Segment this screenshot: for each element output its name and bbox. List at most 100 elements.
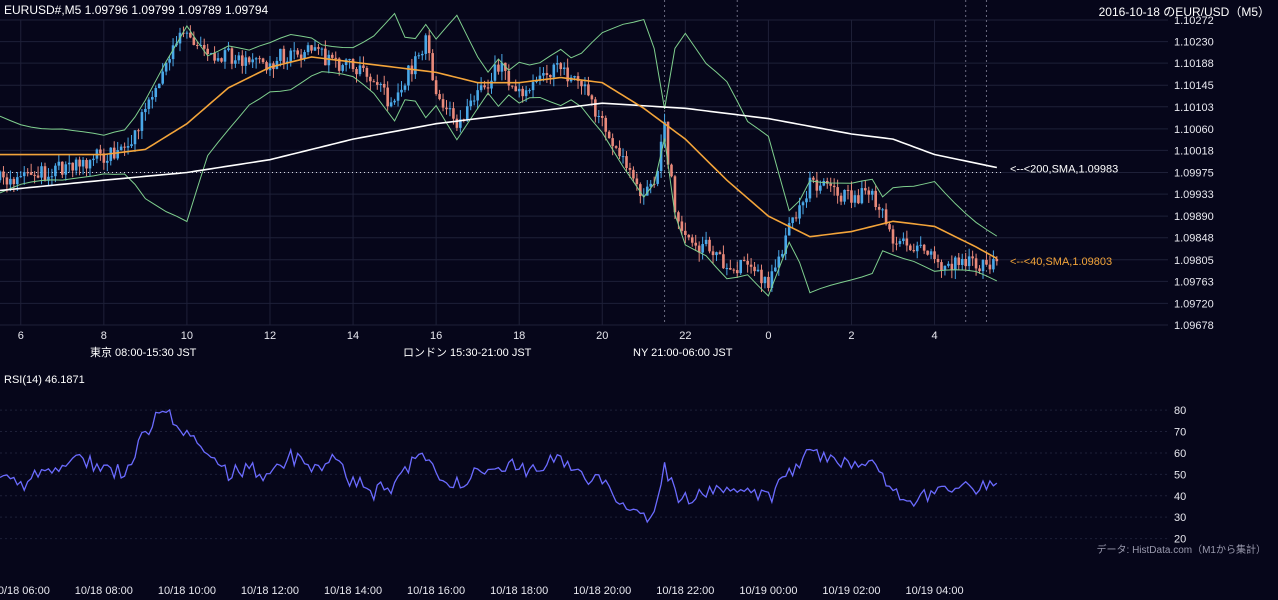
candle-body bbox=[472, 100, 476, 102]
time-axis-label: 10/18 10:00 bbox=[158, 585, 216, 597]
candle-body bbox=[479, 85, 483, 91]
candle-body bbox=[81, 159, 85, 167]
candle-body bbox=[320, 48, 324, 50]
candle-body bbox=[819, 185, 822, 191]
y-tick-label: 1.09975 bbox=[1174, 168, 1214, 180]
candle-body bbox=[597, 116, 601, 118]
candle-body bbox=[434, 80, 438, 95]
candle-body bbox=[711, 251, 715, 256]
candle-body bbox=[493, 64, 497, 81]
candle-body bbox=[327, 54, 331, 66]
candle-body bbox=[722, 254, 725, 269]
candle-body bbox=[330, 54, 334, 58]
candle-body bbox=[912, 250, 916, 252]
candle-body bbox=[919, 244, 922, 246]
candle-body bbox=[22, 172, 26, 177]
candle-body bbox=[452, 108, 455, 119]
rsi-line bbox=[0, 408, 998, 524]
candle-body bbox=[580, 80, 583, 87]
candle-body bbox=[313, 47, 317, 51]
candle-body bbox=[105, 160, 109, 163]
candle-body bbox=[476, 90, 479, 101]
symbol-info: EURUSD#,M5 1.09796 1.09799 1.09789 1.097… bbox=[4, 3, 269, 17]
candle-body bbox=[244, 57, 248, 66]
candle-body bbox=[687, 234, 691, 238]
candle-body bbox=[279, 48, 282, 61]
candle-body bbox=[57, 161, 61, 166]
candle-body bbox=[168, 59, 171, 63]
candle-body bbox=[763, 276, 767, 284]
candle-body bbox=[251, 59, 254, 63]
candle-body bbox=[746, 260, 749, 265]
candle-body bbox=[33, 174, 36, 176]
candle-body bbox=[324, 48, 327, 66]
candle-body bbox=[926, 250, 929, 255]
y-tick-label: 1.09763 bbox=[1174, 276, 1214, 288]
candle-body bbox=[971, 256, 974, 259]
candle-body bbox=[967, 256, 971, 267]
candle-body bbox=[455, 118, 459, 128]
candle-body bbox=[974, 258, 978, 269]
candle-body bbox=[604, 117, 608, 132]
candle-body bbox=[739, 259, 743, 274]
candle-body bbox=[362, 65, 365, 69]
candle-body bbox=[718, 252, 722, 255]
candle-body bbox=[881, 209, 884, 211]
candle-body bbox=[822, 180, 826, 186]
candle-body bbox=[812, 177, 815, 180]
y-tick-label: 1.09805 bbox=[1174, 255, 1214, 267]
time-axis-label: 10/18 16:00 bbox=[407, 585, 465, 597]
candle-body bbox=[839, 195, 843, 202]
candle-body bbox=[857, 195, 860, 204]
chart-title: 2016-10-18 のEUR/USD（M5） bbox=[1098, 5, 1270, 19]
candle-body bbox=[680, 221, 684, 231]
time-axis-label: 10/18 22:00 bbox=[656, 585, 714, 597]
candle-body bbox=[988, 264, 992, 270]
x-tick-label: 12 bbox=[264, 330, 276, 342]
candle-body bbox=[957, 257, 961, 265]
candle-body bbox=[206, 48, 209, 54]
candle-body bbox=[389, 102, 393, 107]
candle-body bbox=[254, 58, 258, 60]
candle-body bbox=[915, 245, 919, 252]
candle-body bbox=[317, 47, 320, 49]
candle-body bbox=[517, 88, 521, 92]
candle-body bbox=[749, 264, 753, 267]
candle-body bbox=[88, 160, 92, 169]
candle-body bbox=[950, 263, 954, 271]
rsi-y-tick-label: 70 bbox=[1174, 427, 1186, 439]
x-tick-label: 22 bbox=[679, 330, 691, 342]
candle-body bbox=[393, 100, 396, 103]
candle-body bbox=[933, 251, 936, 259]
candle-body bbox=[870, 190, 874, 195]
rsi-y-tick-label: 30 bbox=[1174, 512, 1186, 524]
candle-body bbox=[521, 88, 524, 97]
candle-body bbox=[147, 99, 151, 109]
candle-body bbox=[978, 268, 981, 272]
candle-body bbox=[701, 244, 704, 253]
candle-body bbox=[860, 188, 864, 204]
rsi-y-tick-label: 80 bbox=[1174, 405, 1186, 417]
y-tick-label: 1.10145 bbox=[1174, 80, 1214, 92]
candle-body bbox=[725, 268, 729, 270]
candle-body bbox=[995, 258, 999, 262]
y-tick-label: 1.09678 bbox=[1174, 320, 1214, 332]
candle-body bbox=[587, 84, 590, 96]
candle-body bbox=[607, 131, 611, 139]
candle-body bbox=[116, 150, 119, 159]
candle-body bbox=[895, 243, 898, 245]
session-tokyo: 東京 08:00-15:30 JST bbox=[84, 343, 397, 363]
candle-body bbox=[497, 64, 500, 72]
x-tick-label: 2 bbox=[848, 330, 854, 342]
candle-body bbox=[386, 87, 389, 107]
candle-body bbox=[43, 166, 47, 181]
candle-body bbox=[632, 169, 635, 179]
candle-body bbox=[36, 175, 40, 178]
candle-body bbox=[805, 198, 808, 203]
x-tick-label: 4 bbox=[931, 330, 937, 342]
candle-body bbox=[85, 159, 88, 169]
candle-body bbox=[542, 73, 545, 76]
candle-body bbox=[50, 176, 54, 178]
candle-body bbox=[306, 45, 310, 53]
candle-body bbox=[621, 156, 625, 158]
